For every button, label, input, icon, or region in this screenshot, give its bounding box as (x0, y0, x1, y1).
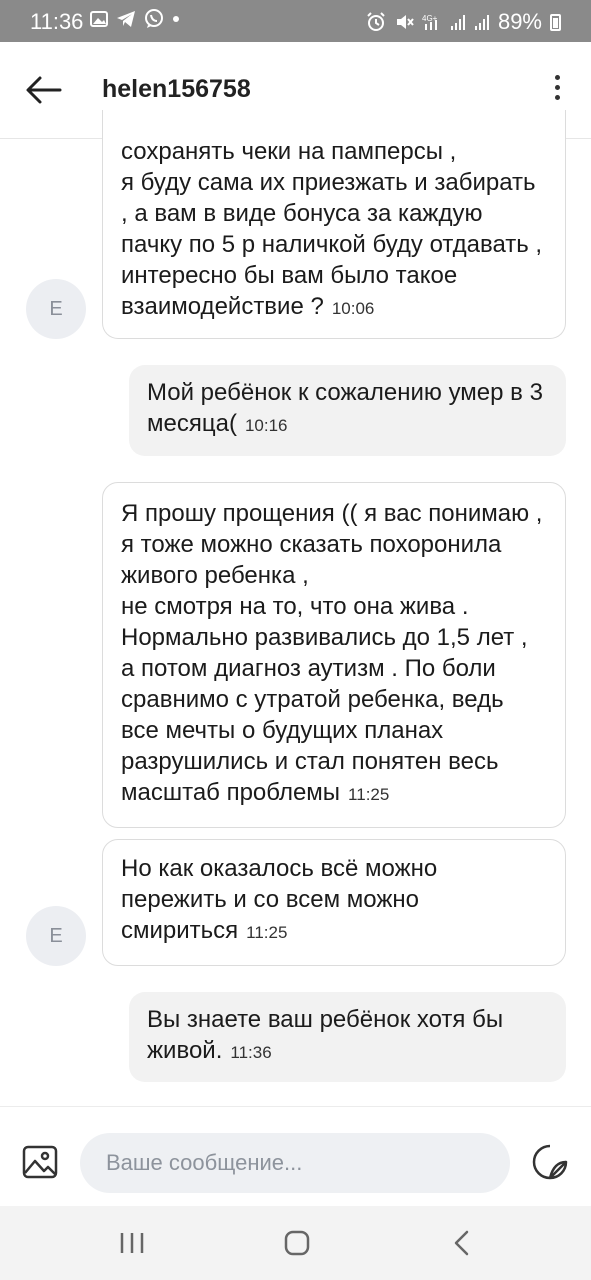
more-notifications-icon (173, 16, 179, 22)
notification-icons (90, 9, 180, 29)
status-time: 11:36 (30, 9, 84, 34)
message-time: 11:25 (348, 785, 390, 804)
message-bubble-incoming[interactable]: сохранять чеки на памперсы , я буду сама… (102, 110, 566, 339)
message-time: 11:36 (230, 1043, 272, 1062)
message-time: 11:25 (246, 923, 288, 942)
alarm-icon (367, 12, 385, 31)
battery-icon (550, 13, 561, 31)
avatar[interactable]: E (26, 906, 86, 966)
avatar[interactable]: E (26, 279, 86, 339)
battery-level: 89% (497, 9, 542, 34)
chat-title[interactable]: helen156758 (102, 75, 251, 104)
message-text: Я прошу прощения (( я вас понимаю , я то… (121, 500, 543, 806)
message-input[interactable] (80, 1133, 510, 1193)
message-text: сохранять чеки на памперсы , я буду сама… (121, 138, 543, 320)
mute-icon (396, 15, 414, 29)
composer (0, 1106, 591, 1207)
message-bubble-outgoing[interactable]: Мой ребёнок к сожалению умер в 3 месяца(… (129, 365, 566, 456)
message-time: 10:06 (331, 299, 375, 318)
telegram-notification-icon (117, 11, 135, 27)
message-time: 10:16 (244, 416, 288, 435)
message-bubble-incoming[interactable]: Я прошу прощения (( я вас понимаю , я то… (102, 482, 566, 828)
system-nav-bar (0, 1206, 591, 1280)
message-bubble-incoming[interactable]: Но как оказалось всё можно пережить и со… (102, 839, 566, 966)
status-bar: 11:36 4G+ 89% (0, 0, 591, 42)
sticker-icon[interactable] (532, 1144, 568, 1180)
more-options-icon[interactable] (551, 72, 563, 108)
signal-2-icon (474, 15, 489, 30)
recent-apps-icon[interactable] (118, 1232, 146, 1254)
network-4g-icon: 4G+ (422, 14, 438, 30)
gallery-notification-icon (90, 11, 108, 27)
nav-back-icon[interactable] (452, 1230, 472, 1256)
home-icon[interactable] (284, 1230, 310, 1256)
status-right: 4G+ 89% (366, 9, 561, 35)
attach-image-icon[interactable] (22, 1145, 58, 1179)
viber-notification-icon (145, 9, 163, 28)
back-arrow-icon[interactable] (24, 72, 64, 108)
message-text: Мой ребёнок к сожалению умер в 3 месяца( (147, 379, 543, 437)
signal-icon (450, 15, 465, 30)
message-text: Вы знаете ваш ребёнок хотя бы живой. (147, 1006, 504, 1064)
message-bubble-outgoing[interactable]: Вы знаете ваш ребёнок хотя бы живой. 11:3… (129, 992, 566, 1082)
